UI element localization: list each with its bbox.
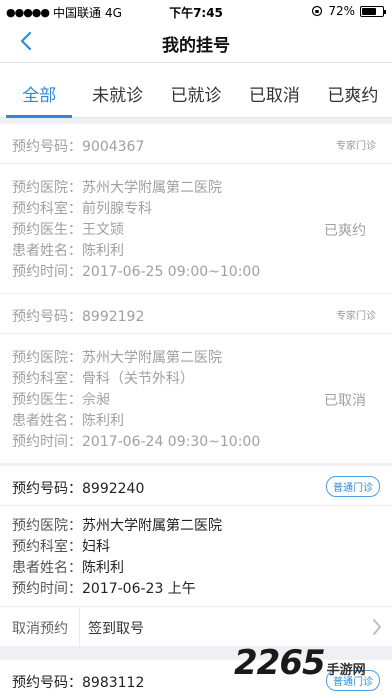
field-value: 苏州大学附属第二医院 — [82, 180, 222, 196]
appointment-card[interactable]: 预约号码：9004367 专家门诊 预约医院：苏州大学附属第二医院 预约科室：前… — [0, 124, 392, 293]
field-label: 预约医院： — [12, 350, 82, 366]
field-value: 陈利利 — [82, 560, 124, 576]
field-label: 患者姓名： — [12, 560, 82, 576]
tab-visited[interactable]: 已就诊 — [157, 63, 235, 117]
field-label: 预约科室： — [12, 371, 82, 387]
status-bar: ●●●●● 中国联通 4G 下午7:45 72% — [0, 0, 392, 22]
appointment-number: 预约号码：8992192 — [12, 309, 145, 325]
status-label: 已爽约 — [324, 223, 366, 239]
field-value: 2017-06-24 09:30~10:00 — [82, 434, 261, 450]
status-label: 已取消 — [324, 393, 366, 409]
field-label: 预约医生： — [12, 222, 82, 238]
hospital-row: 预约医院：苏州大学附属第二医院 — [12, 348, 392, 369]
field-label: 患者姓名： — [12, 243, 82, 259]
appointment-card[interactable]: 预约号码：8992240 普通门诊 预约医院：苏州大学附属第二医院 预约科室：妇… — [0, 466, 392, 647]
card-body: 预约医院：苏州大学附属第二医院 预约科室：骨科（关节外科） 预约医生：佘昶 患者… — [0, 334, 392, 463]
navigation-bar: 我的挂号 — [0, 22, 392, 62]
site-watermark: 2265 手游网 — [234, 640, 384, 686]
battery-fill — [362, 7, 377, 15]
appointment-card[interactable]: 预约号码：8992192 专家门诊 预约医院：苏州大学附属第二医院 预约科室：骨… — [0, 294, 392, 463]
field-label: 预约医院： — [12, 518, 82, 534]
tab-no-show[interactable]: 已爽约 — [314, 63, 392, 117]
battery-percent: 72% — [328, 4, 355, 18]
hospital-row: 预约医院：苏州大学附属第二医院 — [12, 178, 392, 199]
time-row: 预约时间：2017-06-24 09:30~10:00 — [12, 432, 392, 453]
card-body: 预约医院：苏州大学附属第二医院 预约科室：前列腺专科 预约医生：王文颎 患者姓名… — [0, 164, 392, 293]
card-body: 预约医院：苏州大学附属第二医院 预约科室：妇科 患者姓名：陈利利 预约时间：20… — [0, 506, 392, 606]
patient-row: 患者姓名：陈利利 — [12, 558, 392, 579]
patient-row: 患者姓名：陈利利 — [12, 241, 392, 262]
field-label: 预约医生： — [12, 392, 82, 408]
patient-row: 患者姓名：陈利利 — [12, 411, 392, 432]
field-label: 预约时间： — [12, 434, 82, 450]
tab-all[interactable]: 全部 — [0, 63, 78, 118]
field-label: 预约时间： — [12, 581, 82, 597]
cancel-appointment-button[interactable]: 取消预约 — [12, 618, 68, 638]
clinic-type-badge: 普通门诊 — [326, 476, 380, 497]
field-value: 陈利利 — [82, 413, 124, 429]
check-in-button[interactable]: 签到取号 — [88, 618, 144, 638]
clinic-type-badge: 专家门诊 — [336, 311, 376, 322]
tab-cancelled[interactable]: 已取消 — [235, 63, 313, 117]
field-value: 陈利利 — [82, 243, 124, 259]
hospital-row: 预约医院：苏州大学附属第二医院 — [12, 516, 392, 537]
watermark-text: 手游网 — [326, 662, 366, 678]
field-label: 患者姓名： — [12, 413, 82, 429]
battery-icon — [360, 5, 386, 17]
field-label: 预约时间： — [12, 264, 82, 280]
watermark-logo: 2265 — [234, 643, 326, 683]
appointment-number: 预约号码：8992240 — [12, 481, 145, 497]
field-value: 骨科（关节外科） — [82, 371, 194, 387]
chevron-right-icon[interactable] — [372, 618, 382, 636]
tab-not-visited[interactable]: 未就诊 — [78, 63, 156, 117]
tab-bar: 全部 未就诊 已就诊 已取消 已爽约 — [0, 62, 392, 118]
appointment-number: 预约号码：8983112 — [12, 675, 145, 691]
status-right: 72% — [311, 4, 386, 18]
field-value: 2017-06-23 上午 — [82, 581, 196, 597]
field-label: 预约医院： — [12, 180, 82, 196]
field-label: 预约科室： — [12, 539, 82, 555]
department-row: 预约科室：妇科 — [12, 537, 392, 558]
field-value: 前列腺专科 — [82, 201, 152, 217]
card-header: 预约号码：8992192 专家门诊 — [0, 294, 392, 334]
field-value: 2017-06-25 09:00~10:00 — [82, 264, 261, 280]
field-value: 王文颎 — [82, 222, 124, 238]
time-row: 预约时间：2017-06-23 上午 — [12, 579, 392, 600]
department-row: 预约科室：骨科（关节外科） — [12, 369, 392, 390]
field-value: 佘昶 — [82, 392, 110, 408]
field-value: 妇科 — [82, 539, 110, 555]
field-value: 苏州大学附属第二医院 — [82, 350, 222, 366]
clinic-type-badge: 专家门诊 — [336, 141, 376, 152]
card-header: 预约号码：9004367 专家门诊 — [0, 124, 392, 164]
field-label: 预约科室： — [12, 201, 82, 217]
action-divider — [79, 607, 80, 647]
time-row: 预约时间：2017-06-25 09:00~10:00 — [12, 262, 392, 283]
department-row: 预约科室：前列腺专科 — [12, 199, 392, 220]
field-value: 苏州大学附属第二医院 — [82, 518, 222, 534]
orientation-lock-icon — [312, 5, 323, 17]
page-title: 我的挂号 — [162, 36, 230, 56]
card-header: 预约号码：8992240 普通门诊 — [0, 466, 392, 506]
appointment-number: 预约号码：9004367 — [12, 139, 145, 155]
